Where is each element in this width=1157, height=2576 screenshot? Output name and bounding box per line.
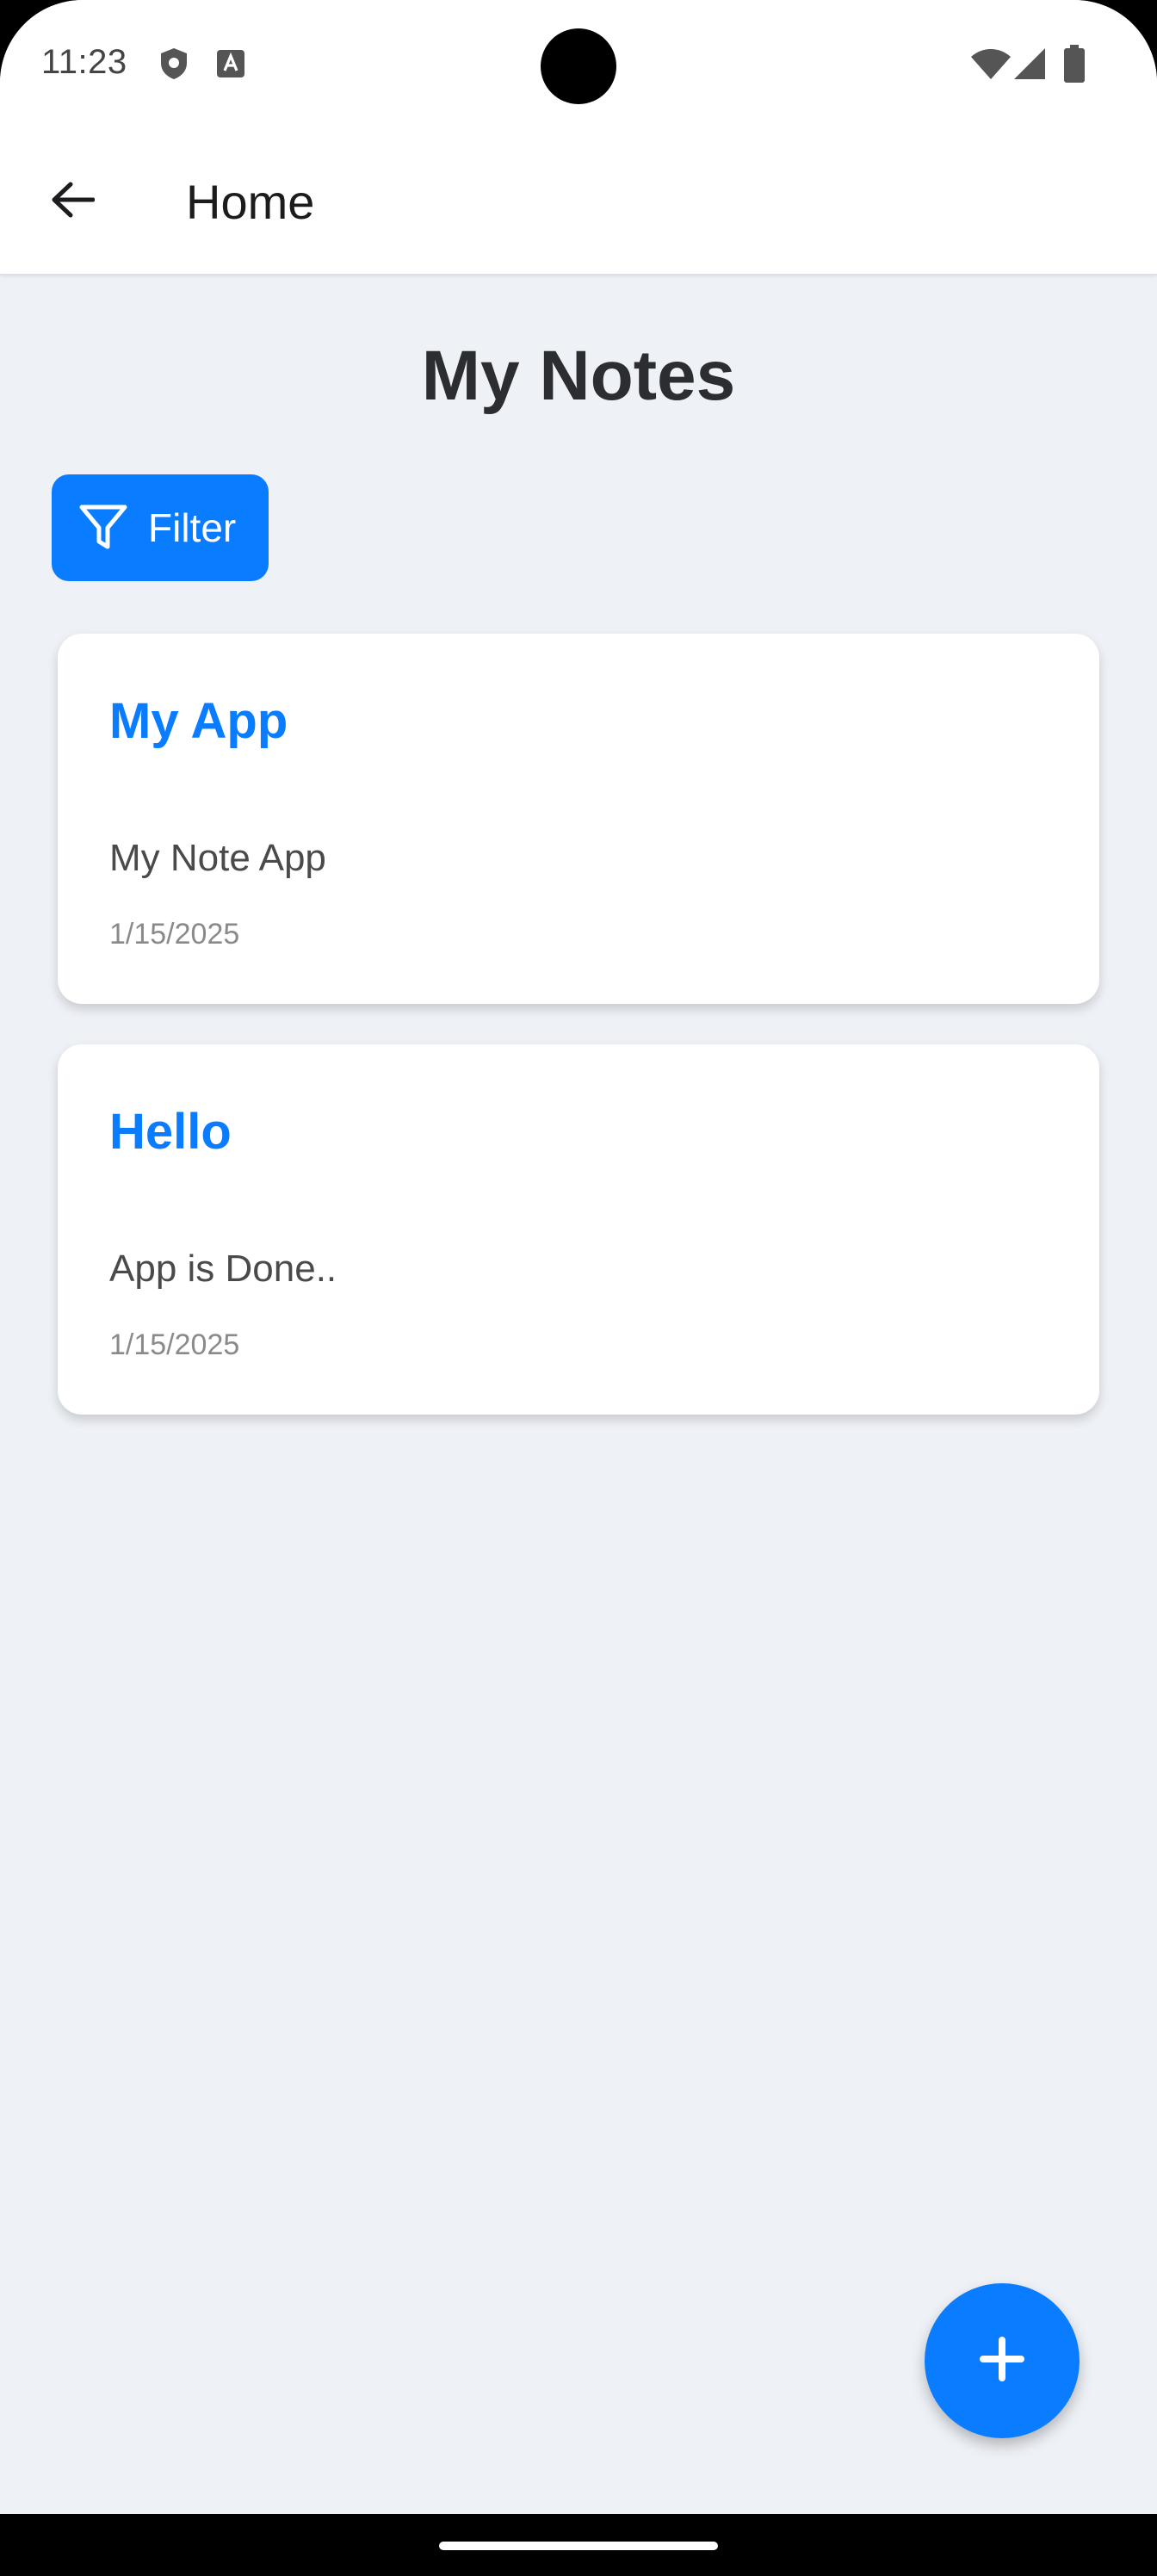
app-bar: Home <box>0 129 1157 275</box>
add-note-button[interactable] <box>925 2283 1080 2438</box>
back-button[interactable] <box>34 167 110 236</box>
shield-icon <box>158 46 189 85</box>
battery-icon <box>1064 45 1085 87</box>
note-date: 1/15/2025 <box>109 918 240 951</box>
note-card[interactable]: Hello App is Done.. 1/15/2025 <box>58 1044 1099 1415</box>
note-card[interactable]: My App My Note App 1/15/2025 <box>58 634 1099 1004</box>
status-bar: 11:23 <box>0 0 1157 129</box>
app-bar-title: Home <box>186 175 315 229</box>
app-screen: 11:23 Home My Notes Filter My App My Not… <box>0 0 1157 2576</box>
filter-button[interactable]: Filter <box>52 474 269 581</box>
plus-icon <box>980 2336 1024 2386</box>
funnel-icon <box>77 502 129 554</box>
camera-cutout <box>541 28 616 104</box>
note-body: My Note App <box>109 837 326 879</box>
font-icon <box>217 50 244 82</box>
signal-icon <box>1012 46 1047 85</box>
status-time: 11:23 <box>41 43 127 81</box>
note-title: My App <box>109 693 288 749</box>
home-indicator[interactable] <box>439 2542 718 2550</box>
wifi-icon <box>969 46 1012 85</box>
filter-label: Filter <box>148 505 237 550</box>
system-nav-bar <box>0 2514 1157 2576</box>
arrow-left-icon <box>50 181 96 223</box>
note-date: 1/15/2025 <box>109 1328 240 1361</box>
note-title: Hello <box>109 1104 232 1160</box>
page-title: My Notes <box>421 337 736 415</box>
note-body: App is Done.. <box>109 1248 337 1290</box>
